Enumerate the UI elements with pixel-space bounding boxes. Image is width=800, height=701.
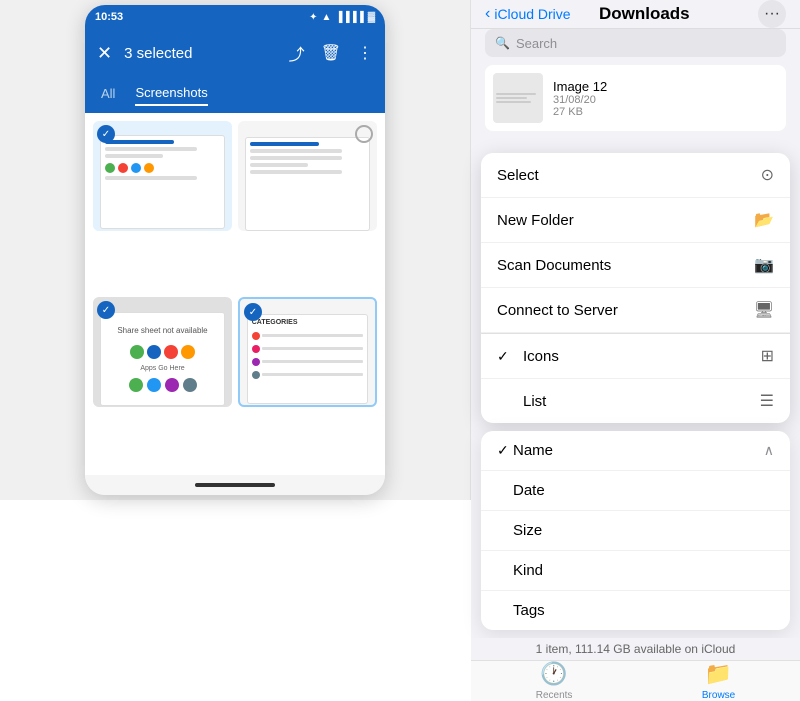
wifi-icon: ▲ (321, 12, 331, 23)
screenshot-item-1[interactable]: ✓ (93, 121, 232, 231)
menu-item-connect[interactable]: Connect to Server 🖥 (481, 288, 790, 333)
sort-date-label: Date (513, 482, 774, 499)
sort-tags[interactable]: ✓ Tags (481, 591, 790, 630)
sort-date[interactable]: ✓ Date (481, 471, 790, 511)
check-icon-4: ✓ (244, 303, 262, 321)
dropdown-menu: Select ⊙ New Folder 📂 Scan Documents 📷 C… (481, 153, 790, 423)
phone-tabs: All Screenshots (85, 77, 385, 113)
sort-kind[interactable]: ✓ Kind (481, 551, 790, 591)
dropdown-overlay: Image 12 31/08/20 27 KB Select ⊙ New Fol… (471, 57, 800, 660)
file-thumbnail (493, 73, 543, 123)
new-folder-icon: 📂 (754, 210, 774, 230)
sort-size[interactable]: ✓ Size (481, 511, 790, 551)
menu-item-new-folder[interactable]: New Folder 📂 (481, 198, 790, 243)
storage-info: 1 item, 111.14 GB available on iCloud (471, 638, 800, 660)
check-icon-1: ✓ (97, 125, 115, 143)
menu-item-scan[interactable]: Scan Documents 📷 (481, 243, 790, 288)
search-placeholder: Search (516, 36, 557, 51)
phone: 10:53 ✦ ▲ ▐▐▐▐ ▓ ✕ 3 selected ⤴ 🗑 ⋮ All … (85, 5, 385, 495)
search-input[interactable]: 🔍 Search (485, 29, 786, 57)
browse-label: Browse (702, 690, 735, 701)
chevron-up-icon: ∧ (764, 442, 774, 459)
check-icon-3: ✓ (97, 301, 115, 319)
file-area: Image 12 31/08/20 27 KB (471, 57, 800, 145)
recents-label: Recents (536, 690, 573, 701)
sort-name-label: Name (513, 442, 764, 459)
list-option-left: ✓ List (497, 393, 546, 410)
ios-page-title: Downloads (531, 4, 758, 24)
connect-label: Connect to Server (497, 302, 618, 319)
sort-kind-label: Kind (513, 562, 774, 579)
tab-browse[interactable]: 📁 Browse (702, 661, 735, 701)
screenshot-grid: ✓ (85, 113, 385, 475)
more-icon[interactable]: ⋮ (357, 43, 373, 63)
tab-screenshots[interactable]: Screenshots (135, 85, 207, 106)
status-time: 10:53 (95, 11, 123, 23)
list-view-icon: ☰ (760, 391, 774, 411)
screenshot-item-3[interactable]: ✓ Share sheet not available Apps Go Here (93, 297, 232, 407)
recents-icon: 🕐 (540, 661, 567, 687)
signal-icon: ▐▐▐▐ (335, 12, 363, 23)
ios-header: ‹ iCloud Drive Downloads ··· (471, 0, 800, 29)
ios-search-bar: 🔍 Search (471, 29, 800, 57)
status-bar: 10:53 ✦ ▲ ▐▐▐▐ ▓ (85, 5, 385, 29)
select-label: Select (497, 167, 539, 184)
more-options-button[interactable]: ··· (758, 0, 786, 28)
icons-label: Icons (523, 348, 559, 365)
file-size: 27 KB (553, 106, 778, 118)
screenshot-item-4[interactable]: ✓ CATEGORIES (238, 297, 377, 407)
phone-toolbar: ✕ 3 selected ⤴ 🗑 ⋮ (85, 29, 385, 77)
sort-size-label: Size (513, 522, 774, 539)
icons-check: ✓ (497, 348, 513, 365)
scan-label: Scan Documents (497, 257, 611, 274)
back-arrow-icon: ‹ (485, 5, 490, 23)
file-item[interactable]: Image 12 31/08/20 27 KB (485, 65, 786, 131)
icons-option-left: ✓ Icons (497, 348, 559, 365)
search-icon: 🔍 (495, 36, 510, 50)
android-panel: 10:53 ✦ ▲ ▐▐▐▐ ▓ ✕ 3 selected ⤴ 🗑 ⋮ All … (0, 0, 470, 500)
ios-bottom-bar: 🕐 Recents 📁 Browse (471, 660, 800, 701)
ios-files-panel: ‹ iCloud Drive Downloads ··· 🔍 Search (470, 0, 800, 500)
share-icon[interactable]: ⤴ (289, 41, 305, 65)
file-date: 31/08/20 (553, 94, 778, 106)
menu-item-icons[interactable]: ✓ Icons ⊞ (481, 334, 790, 379)
new-folder-label: New Folder (497, 212, 574, 229)
tab-recents[interactable]: 🕐 Recents (536, 661, 573, 701)
file-name: Image 12 (553, 79, 778, 94)
icons-view-icon: ⊞ (761, 346, 774, 366)
screenshot-item-2[interactable] (238, 121, 377, 231)
browse-icon: 📁 (705, 661, 732, 687)
toolbar-actions: ⤴ 🗑 ⋮ (289, 41, 373, 65)
name-check: ✓ (497, 442, 513, 459)
bluetooth-icon: ✦ (309, 12, 317, 23)
status-icons: ✦ ▲ ▐▐▐▐ ▓ (309, 12, 375, 23)
uncheck-circle-2 (355, 125, 373, 143)
selection-count: 3 selected (124, 45, 277, 62)
sort-section: ✓ Name ∧ ✓ Date ✓ Size ✓ Kind ✓ Tags (481, 431, 790, 630)
file-info: Image 12 31/08/20 27 KB (553, 79, 778, 118)
tab-all[interactable]: All (101, 86, 115, 105)
select-icon: ⊙ (761, 165, 774, 185)
sort-tags-label: Tags (513, 602, 774, 619)
menu-item-list[interactable]: ✓ List ☰ (481, 379, 790, 423)
scan-icon: 📷 (754, 255, 774, 275)
battery-icon: ▓ (368, 12, 375, 23)
close-button[interactable]: ✕ (97, 43, 112, 64)
sort-name[interactable]: ✓ Name ∧ (481, 431, 790, 471)
delete-icon[interactable]: 🗑 (321, 43, 341, 63)
list-label: List (523, 393, 546, 410)
connect-icon: 🖥 (754, 300, 774, 320)
menu-item-select[interactable]: Select ⊙ (481, 153, 790, 198)
